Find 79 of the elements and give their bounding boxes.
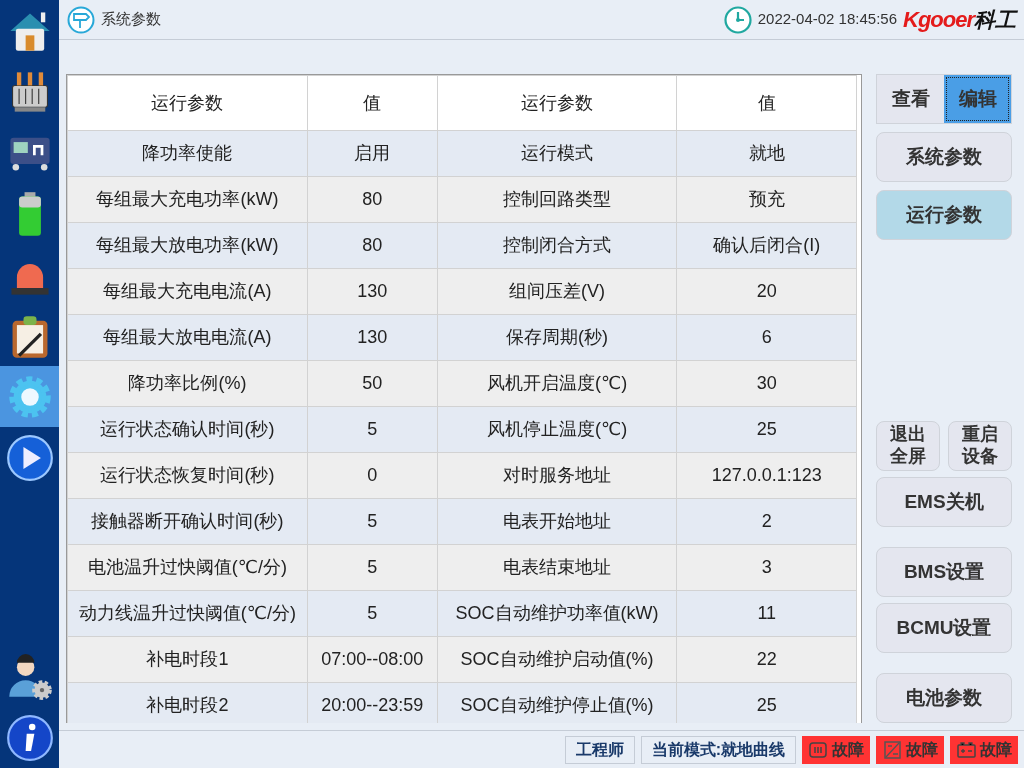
parameter-cell: 每组最大充电功率(kW) bbox=[67, 176, 308, 223]
action-button[interactable]: 电池参数 bbox=[876, 673, 1012, 723]
converter-icon bbox=[882, 739, 902, 760]
value-cell: 20 bbox=[677, 268, 857, 315]
value-cell: 就地 bbox=[677, 130, 857, 177]
date-time: 2022-04-02 18:45:56 bbox=[757, 9, 897, 30]
parameter-cell: 组间压差(V) bbox=[437, 268, 677, 315]
user-role: 工程师 bbox=[564, 735, 635, 764]
clock-icon bbox=[723, 5, 752, 34]
action-button[interactable]: BMS设置 bbox=[876, 547, 1012, 597]
value-cell: 07:00--08:00 bbox=[307, 636, 438, 683]
parameter-cell: 保存周期(秒) bbox=[437, 314, 677, 361]
parameter-cell: 控制闭合方式 bbox=[437, 222, 677, 269]
parameter-cell: 降功率使能 bbox=[67, 130, 308, 177]
parameter-cell: 电表开始地址 bbox=[437, 498, 677, 545]
column-header: 值 bbox=[307, 75, 438, 131]
parameter-cell: 动力线温升过快阈值(℃/分) bbox=[67, 590, 308, 637]
mode-status: 当前模式:就地曲线 bbox=[640, 735, 796, 764]
column-header: 运行参数 bbox=[437, 75, 677, 131]
parameter-cell: SOC自动维护功率值(kW) bbox=[437, 590, 677, 637]
parameter-cell: 每组最大放电功率(kW) bbox=[67, 222, 308, 269]
value-cell: 25 bbox=[677, 406, 857, 453]
parameter-cell: 运行模式 bbox=[437, 130, 677, 177]
parameter-cell: SOC自动维护启动值(%) bbox=[437, 636, 677, 683]
value-cell: 22 bbox=[677, 636, 857, 683]
parameter-cell: 运行状态恢复时间(秒) bbox=[67, 452, 308, 499]
value-cell: 0 bbox=[307, 452, 438, 499]
parameter-cell: 控制回路类型 bbox=[437, 176, 677, 223]
action-button[interactable]: 重启 设备 bbox=[948, 421, 1012, 471]
parameter-cell: 每组最大充电电流(A) bbox=[67, 268, 308, 315]
battery-icon bbox=[956, 739, 976, 760]
value-cell: 30 bbox=[677, 360, 857, 407]
value-cell: 确认后闭合(I) bbox=[677, 222, 857, 269]
parameter-cell: 风机开启温度(℃) bbox=[437, 360, 677, 407]
action-button[interactable]: BCMU设置 bbox=[876, 603, 1012, 653]
logo-text: Kgooer bbox=[903, 6, 974, 34]
value-cell: 130 bbox=[307, 314, 438, 361]
play-icon bbox=[5, 433, 54, 482]
value-cell: 5 bbox=[307, 498, 438, 545]
value-cell: 20:00--23:59 bbox=[307, 682, 438, 723]
value-cell: 启用 bbox=[307, 130, 438, 177]
value-cell: 2 bbox=[677, 498, 857, 545]
parameter-cell: 补电时段2 bbox=[67, 682, 308, 723]
signpost-icon bbox=[67, 5, 95, 34]
action-button[interactable]: EMS关机 bbox=[876, 477, 1012, 527]
value-cell: 6 bbox=[677, 314, 857, 361]
page-title: 系统参数 bbox=[101, 9, 161, 30]
value-cell: 5 bbox=[307, 406, 438, 453]
action-button[interactable]: 退出 全屏 bbox=[876, 421, 940, 471]
logo-text: 科工 bbox=[974, 7, 1016, 31]
nav-button[interactable]: 运行参数 bbox=[876, 190, 1012, 240]
parameter-cell: SOC自动维护停止值(%) bbox=[437, 682, 677, 723]
column-header: 值 bbox=[677, 75, 857, 131]
parameter-cell: 对时服务地址 bbox=[437, 452, 677, 499]
column-header: 运行参数 bbox=[67, 75, 308, 131]
parameter-cell: 接触器断开确认时间(秒) bbox=[67, 498, 308, 545]
parameter-cell: 每组最大放电电流(A) bbox=[67, 314, 308, 361]
value-cell: 50 bbox=[307, 360, 438, 407]
mode-tab[interactable]: 查看 bbox=[877, 75, 944, 123]
value-cell: 80 bbox=[307, 222, 438, 269]
value-cell: 130 bbox=[307, 268, 438, 315]
mode-tab[interactable]: 编辑 bbox=[944, 75, 1011, 123]
value-cell: 5 bbox=[307, 544, 438, 591]
nav-button[interactable]: 系统参数 bbox=[876, 132, 1012, 182]
parameter-cell: 风机停止温度(℃) bbox=[437, 406, 677, 453]
value-cell: 80 bbox=[307, 176, 438, 223]
parameter-cell: 运行状态确认时间(秒) bbox=[67, 406, 308, 453]
value-cell: 11 bbox=[677, 590, 857, 637]
info-icon bbox=[5, 713, 54, 762]
parameter-cell: 降功率比例(%) bbox=[67, 360, 308, 407]
parameter-cell: 电池温升过快阈值(℃/分) bbox=[67, 544, 308, 591]
value-cell: 3 bbox=[677, 544, 857, 591]
value-cell: 预充 bbox=[677, 176, 857, 223]
parameter-cell: 补电时段1 bbox=[67, 636, 308, 683]
value-cell: 5 bbox=[307, 590, 438, 637]
parameter-cell: 电表结束地址 bbox=[437, 544, 677, 591]
inverter-icon bbox=[808, 739, 828, 760]
value-cell: 127.0.0.1:123 bbox=[677, 452, 857, 499]
value-cell: 25 bbox=[677, 682, 857, 723]
